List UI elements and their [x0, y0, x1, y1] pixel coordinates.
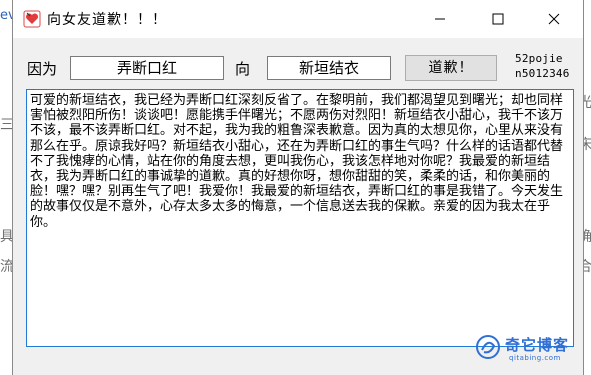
reason-input[interactable]: 弄断口红 — [70, 56, 224, 80]
apologize-button[interactable]: 道歉！ — [405, 55, 497, 81]
blog-logo-icon — [476, 335, 500, 359]
recipient-input[interactable]: 新垣结衣 — [267, 56, 391, 80]
brand-label-line1: 52pojie — [515, 52, 563, 65]
heart-app-icon — [23, 10, 41, 28]
watermark-title: 奇它博客 — [505, 336, 570, 354]
close-icon — [548, 13, 560, 25]
maximize-icon — [492, 13, 504, 25]
minimize-icon — [435, 18, 445, 20]
apology-output-textarea[interactable]: 可爱的新垣结衣，我已经为弄断口红深刻反省了。在黎明前，我们都渴望见到曙光；却也同… — [26, 89, 574, 347]
brand-label-line2: n5012346 — [515, 67, 570, 80]
to-label: 向 — [235, 60, 251, 78]
minimize-button[interactable] — [411, 0, 469, 38]
maximize-button[interactable] — [469, 0, 527, 38]
title-bar[interactable]: 向女友道歉！！！ — [13, 0, 583, 38]
because-label: 因为 — [27, 60, 58, 78]
apology-window: 向女友道歉！！！ 因为 弄断口红 向 新垣结衣 道歉！ 52pojie n501… — [12, 0, 584, 375]
site-watermark: 奇它博客 qitabing.com — [475, 332, 591, 372]
window-title: 向女友道歉！！！ — [47, 12, 167, 28]
watermark-url: qitabing.com — [509, 354, 561, 362]
close-button[interactable] — [525, 0, 583, 38]
